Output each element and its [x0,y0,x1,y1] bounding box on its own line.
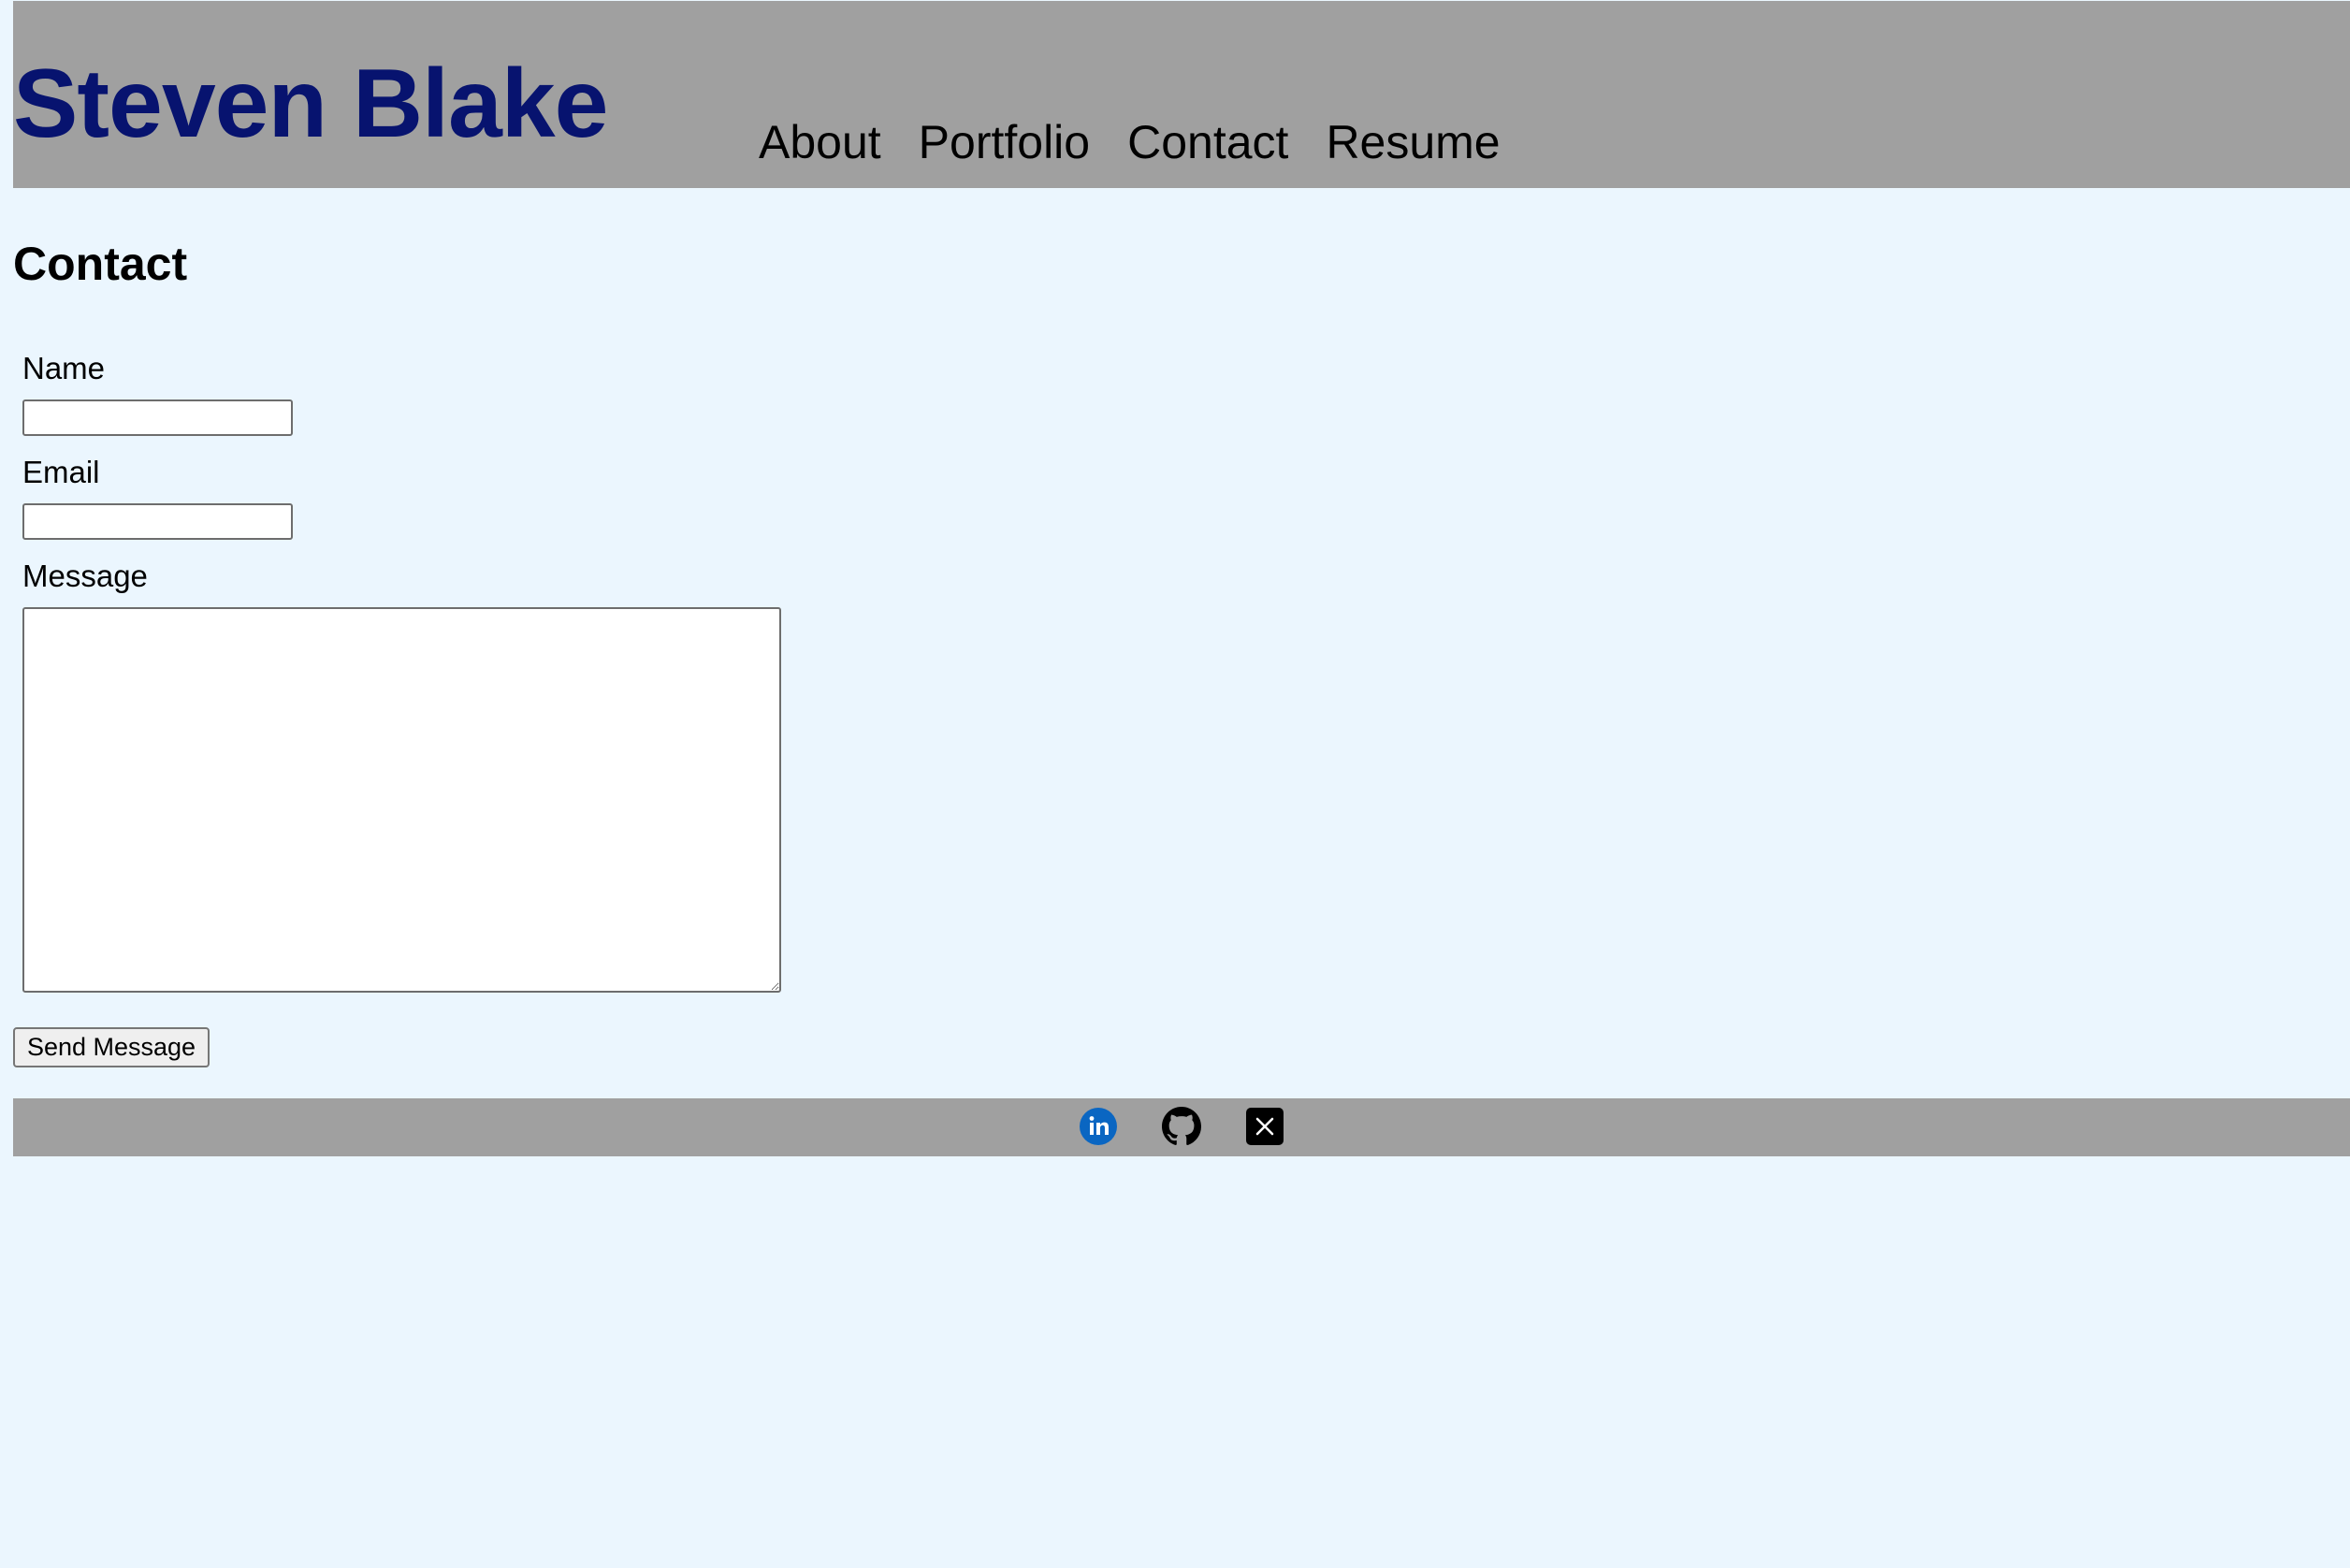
github-link[interactable] [1162,1107,1201,1146]
nav-link-contact[interactable]: Contact [1127,119,1288,166]
name-label: Name [22,351,106,385]
linkedin-link[interactable] [1079,1107,1118,1146]
site-title: Steven Blake [13,50,608,158]
nav-link-about[interactable]: About [759,119,881,166]
email-label: Email [22,455,100,489]
page-heading: Contact [13,238,188,290]
nav-link-portfolio[interactable]: Portfolio [919,119,1090,166]
linkedin-icon [1080,1108,1117,1145]
send-message-button[interactable]: Send Message [13,1027,210,1067]
main-nav: About Portfolio Contact Resume [759,119,1501,166]
site-header: Steven Blake About Portfolio Contact Res… [13,1,2350,188]
email-input[interactable] [22,503,293,540]
message-textarea[interactable] [22,607,781,993]
message-label: Message [22,559,148,593]
name-input[interactable] [22,399,293,436]
page: Steven Blake About Portfolio Contact Res… [13,0,2350,1568]
x-icon [1246,1108,1284,1145]
x-link[interactable] [1245,1107,1284,1146]
nav-link-resume[interactable]: Resume [1326,119,1500,166]
site-footer [13,1098,2350,1156]
github-icon [1162,1107,1201,1145]
